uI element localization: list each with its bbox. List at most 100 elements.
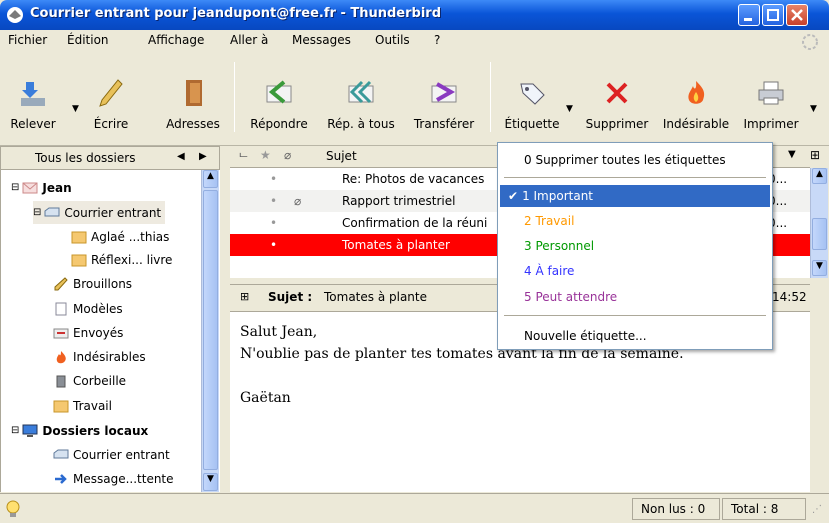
forward-icon bbox=[431, 82, 457, 103]
folder-item-modeles[interactable]: Modèles bbox=[53, 297, 123, 320]
outbox-icon bbox=[55, 473, 67, 484]
scroll-up-icon[interactable]: ▲ bbox=[203, 170, 218, 188]
etiquette-dropdown-icon[interactable]: ▼ bbox=[566, 104, 573, 114]
repondre-a-tous-button[interactable]: Rép. à tous bbox=[318, 78, 404, 131]
read-dot-icon[interactable]: • bbox=[270, 238, 277, 252]
folder-item-brouillons[interactable]: Brouillons bbox=[53, 272, 132, 295]
address-book-icon bbox=[186, 80, 202, 106]
remove-all-labels-item[interactable]: 0 Supprimer toutes les étiquettes bbox=[506, 149, 726, 171]
folder-tree: ⊟ Jean ⊟ Courrier entrant Aglaé ...thias… bbox=[0, 170, 220, 492]
toolbar-separator bbox=[490, 62, 491, 132]
etiquette-button[interactable]: Étiquette bbox=[497, 78, 567, 131]
prev-view-arrow-icon[interactable]: ◀ bbox=[177, 151, 185, 162]
lightbulb-icon bbox=[6, 500, 20, 517]
next-view-arrow-icon[interactable]: ▶ bbox=[199, 151, 207, 162]
folder-item-reflexion[interactable]: Réflexi... livre bbox=[71, 248, 172, 271]
reply-all-icon bbox=[348, 80, 374, 104]
folder-item-messages-en-attente[interactable]: Message...ttente bbox=[53, 467, 174, 490]
drafts-icon bbox=[54, 276, 68, 290]
relever-dropdown-icon[interactable]: ▼ bbox=[72, 104, 79, 114]
relever-button[interactable]: Relever bbox=[2, 78, 64, 131]
menu-outils[interactable]: Outils bbox=[375, 33, 410, 47]
folder-item-aglae[interactable]: Aglaé ...thias bbox=[71, 225, 169, 248]
scroll-down-icon[interactable]: ▼ bbox=[812, 260, 827, 276]
subject-column-header[interactable]: Sujet bbox=[326, 149, 357, 163]
imprimer-dropdown-icon[interactable]: ▼ bbox=[810, 104, 817, 114]
checkmark-icon: ✔ bbox=[508, 189, 519, 203]
folder-icon bbox=[71, 231, 87, 243]
read-dot-icon[interactable]: • bbox=[270, 172, 277, 186]
supprimer-button[interactable]: Supprimer bbox=[580, 78, 654, 131]
maximize-button[interactable] bbox=[762, 4, 784, 26]
menu-messages[interactable]: Messages bbox=[292, 33, 351, 47]
folder-icon bbox=[53, 400, 69, 412]
collapse-icon[interactable]: ⊟ bbox=[11, 182, 19, 193]
subject-label: Sujet : bbox=[268, 290, 313, 304]
label-item-peut-attendre[interactable]: 5 Peut attendre bbox=[506, 286, 617, 308]
scroll-thumb[interactable] bbox=[203, 190, 218, 470]
new-label-item[interactable]: Nouvelle étiquette... bbox=[506, 325, 647, 347]
thread-scrollbar[interactable]: ▲ ▼ bbox=[810, 168, 828, 278]
junk-icon bbox=[56, 350, 66, 363]
repondre-button[interactable]: Répondre bbox=[242, 78, 316, 131]
resize-grip-icon[interactable]: ⋰ bbox=[812, 504, 822, 515]
column-chooser-icon[interactable]: ⊞ bbox=[810, 148, 820, 162]
folder-item-dossiers-locaux[interactable]: ⊟ Dossiers locaux bbox=[11, 419, 148, 442]
column-picker-icon[interactable]: ▼ bbox=[788, 149, 796, 160]
total-count: Total : 8 bbox=[722, 498, 806, 520]
read-dot-icon[interactable]: • bbox=[270, 216, 277, 230]
message-time: 14:52 bbox=[772, 290, 807, 304]
folder-view-label: Tous les dossiers bbox=[35, 151, 136, 165]
folder-icon bbox=[71, 254, 87, 266]
folder-item-courrier-entrant[interactable]: ⊟ Courrier entrant bbox=[33, 201, 166, 224]
label-item-important[interactable]: ✔ 1 Important bbox=[500, 185, 770, 207]
menu-affichage[interactable]: Affichage bbox=[148, 33, 204, 47]
menu-bar: Fichier Édition Affichage Aller à Messag… bbox=[0, 30, 829, 52]
transferer-button[interactable]: Transférer bbox=[406, 78, 482, 131]
adresses-button[interactable]: Adresses bbox=[160, 78, 226, 131]
menu-edition[interactable]: Édition bbox=[67, 33, 109, 47]
minimize-icon bbox=[744, 18, 752, 21]
minimize-button[interactable] bbox=[738, 4, 760, 26]
close-icon bbox=[791, 9, 803, 21]
folder-item-envoyes[interactable]: Envoyés bbox=[53, 321, 123, 344]
sent-icon bbox=[53, 328, 69, 338]
folder-item-local-courrier-entrant[interactable]: Courrier entrant bbox=[53, 443, 170, 466]
folder-item-corbeille[interactable]: Corbeille bbox=[53, 369, 126, 392]
label-item-a-faire[interactable]: 4 À faire bbox=[506, 260, 574, 282]
indesirable-button[interactable]: Indésirable bbox=[656, 78, 736, 131]
menu-fichier[interactable]: Fichier bbox=[8, 33, 47, 47]
message-subject: Tomates à plante bbox=[324, 290, 427, 304]
folder-item-jean[interactable]: ⊟ Jean bbox=[11, 176, 72, 199]
account-icon bbox=[22, 182, 38, 193]
menu-aller-a[interactable]: Aller à bbox=[230, 33, 268, 47]
folder-view-header[interactable]: Tous les dossiers ◀ ▶ bbox=[0, 146, 220, 170]
collapse-icon[interactable]: ⊟ bbox=[11, 425, 19, 436]
imprimer-button[interactable]: Imprimer bbox=[738, 78, 804, 131]
local-folders-icon bbox=[22, 424, 38, 437]
thread-column-icon[interactable]: ᄂ bbox=[238, 149, 249, 166]
collapse-icon[interactable]: ⊟ bbox=[33, 207, 41, 218]
menu-separator bbox=[504, 177, 766, 178]
label-item-personnel[interactable]: 3 Personnel bbox=[506, 235, 594, 257]
menu-help[interactable]: ? bbox=[434, 33, 440, 47]
scroll-thumb[interactable] bbox=[812, 218, 827, 250]
folder-item-travail[interactable]: Travail bbox=[53, 394, 112, 417]
toolbar: Relever ▼ Écrire Adresses Répondre Rép. … bbox=[0, 52, 829, 146]
close-button[interactable] bbox=[786, 4, 808, 26]
scroll-down-icon[interactable]: ▼ bbox=[203, 473, 218, 491]
ecrire-button[interactable]: Écrire bbox=[86, 78, 136, 131]
star-column-icon[interactable]: ★ bbox=[260, 148, 271, 162]
toolbar-separator bbox=[234, 62, 235, 132]
expand-header-icon[interactable]: ⊞ bbox=[240, 290, 249, 303]
attachment-column-icon[interactable]: ⌀ bbox=[284, 148, 291, 162]
trash-icon bbox=[56, 375, 66, 387]
get-mail-icon bbox=[21, 82, 45, 106]
folder-item-indesirables[interactable]: Indésirables bbox=[53, 345, 146, 368]
scroll-up-icon[interactable]: ▲ bbox=[812, 168, 827, 184]
read-dot-icon[interactable]: • bbox=[270, 194, 277, 208]
unread-count: Non lus : 0 bbox=[632, 498, 720, 520]
tag-icon bbox=[520, 83, 545, 105]
folder-scrollbar[interactable]: ▲ ▼ bbox=[201, 170, 219, 492]
label-item-travail[interactable]: 2 Travail bbox=[506, 210, 574, 232]
